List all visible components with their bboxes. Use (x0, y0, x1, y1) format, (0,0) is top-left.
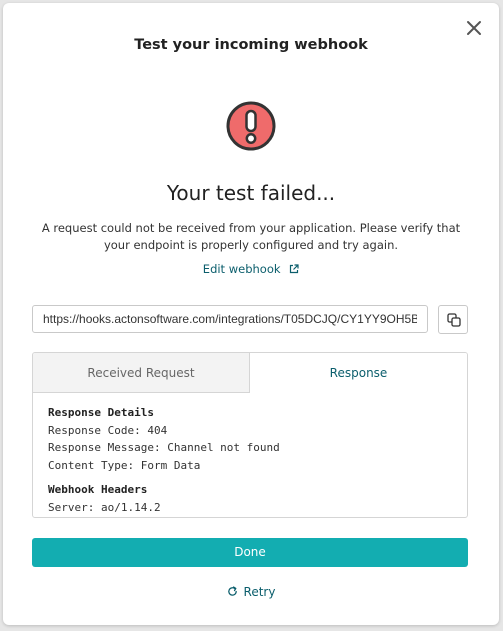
exclamation-circle-icon (225, 100, 277, 152)
edit-webhook-link[interactable]: Edit webhook (3, 262, 499, 276)
request-response-panel: Received Request Response Response Detai… (32, 352, 468, 518)
refresh-icon (227, 586, 237, 596)
retry-button[interactable]: Retry (3, 585, 499, 599)
close-icon (467, 21, 481, 35)
response-code-line: Response Code: 404 (48, 423, 168, 437)
retry-label: Retry (243, 585, 276, 599)
response-message-line: Response Message: Channel not found (48, 441, 280, 454)
external-link-icon (290, 264, 299, 274)
result-message: A request could not be received from you… (41, 221, 461, 252)
content-type-line: Content Type: Form Data (48, 458, 201, 472)
tab-response[interactable]: Response (250, 353, 467, 393)
response-details-heading: Response Details (48, 406, 154, 419)
tab-received-request[interactable]: Received Request (33, 353, 250, 393)
edit-webhook-label: Edit webhook (202, 262, 281, 276)
modal-title: Test your incoming webhook (134, 37, 368, 53)
server-header-line: Server: ao/1.14.2 (48, 500, 161, 514)
close-button[interactable] (465, 19, 483, 37)
done-button[interactable]: Done (32, 538, 468, 567)
webhook-url-field[interactable] (32, 305, 428, 333)
result-headline: Your test failed... (166, 181, 336, 205)
webhook-headers-heading: Webhook Headers (48, 483, 148, 496)
response-content: Response Details Response Code: 404 Resp… (48, 404, 452, 516)
copy-url-button[interactable] (438, 305, 468, 334)
copy-icon (447, 313, 461, 327)
webhook-test-modal: Test your incoming webhook Your test fai… (3, 3, 499, 625)
